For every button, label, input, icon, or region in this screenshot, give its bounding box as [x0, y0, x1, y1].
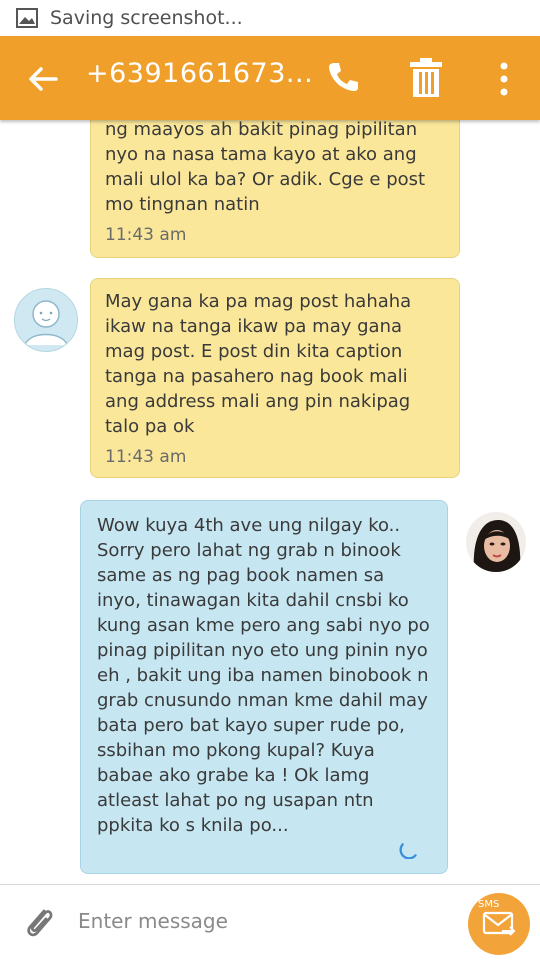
default-avatar-icon [24, 300, 68, 346]
message-bubble-incoming[interactable]: ng maayos ah bakit pinag pipilitan nyo n… [90, 120, 460, 258]
message-timestamp: 11:43 am [105, 225, 187, 245]
message-text: ng maayos ah bakit pinag pipilitan nyo n… [105, 120, 426, 215]
more-options-icon[interactable] [496, 60, 512, 100]
send-envelope-icon [482, 911, 516, 936]
message-bubble-outgoing[interactable]: Wow kuya 4th ave ung nilgay ko.. Sorry p… [80, 500, 448, 874]
contact-avatar[interactable] [14, 288, 78, 352]
contact-title[interactable]: +6391661673... [86, 58, 313, 89]
status-text: Saving screenshot... [50, 7, 243, 29]
sending-spinner-icon [399, 843, 417, 859]
back-arrow-icon[interactable] [26, 62, 60, 96]
phone-icon[interactable] [326, 60, 360, 94]
trash-icon[interactable] [408, 58, 444, 98]
attach-paperclip-icon[interactable] [22, 903, 56, 943]
message-thread[interactable]: ng maayos ah bakit pinag pipilitan nyo n… [0, 120, 540, 884]
conversation-toolbar: +6391661673... [0, 36, 540, 120]
user-avatar[interactable] [466, 512, 526, 572]
profile-photo-icon [466, 512, 526, 572]
message-bubble-incoming[interactable]: May gana ka pa mag post hahaha ikaw na t… [90, 278, 460, 478]
send-button[interactable]: SMS [468, 893, 530, 955]
message-timestamp: 11:43 am [105, 447, 187, 467]
status-bar: Saving screenshot... [0, 0, 540, 36]
message-text: Wow kuya 4th ave ung nilgay ko.. Sorry p… [97, 515, 430, 836]
message-composer: Enter message SMS [0, 884, 540, 961]
message-input[interactable]: Enter message [78, 903, 448, 939]
image-icon [16, 8, 38, 28]
message-text: May gana ka pa mag post hahaha ikaw na t… [105, 291, 412, 437]
